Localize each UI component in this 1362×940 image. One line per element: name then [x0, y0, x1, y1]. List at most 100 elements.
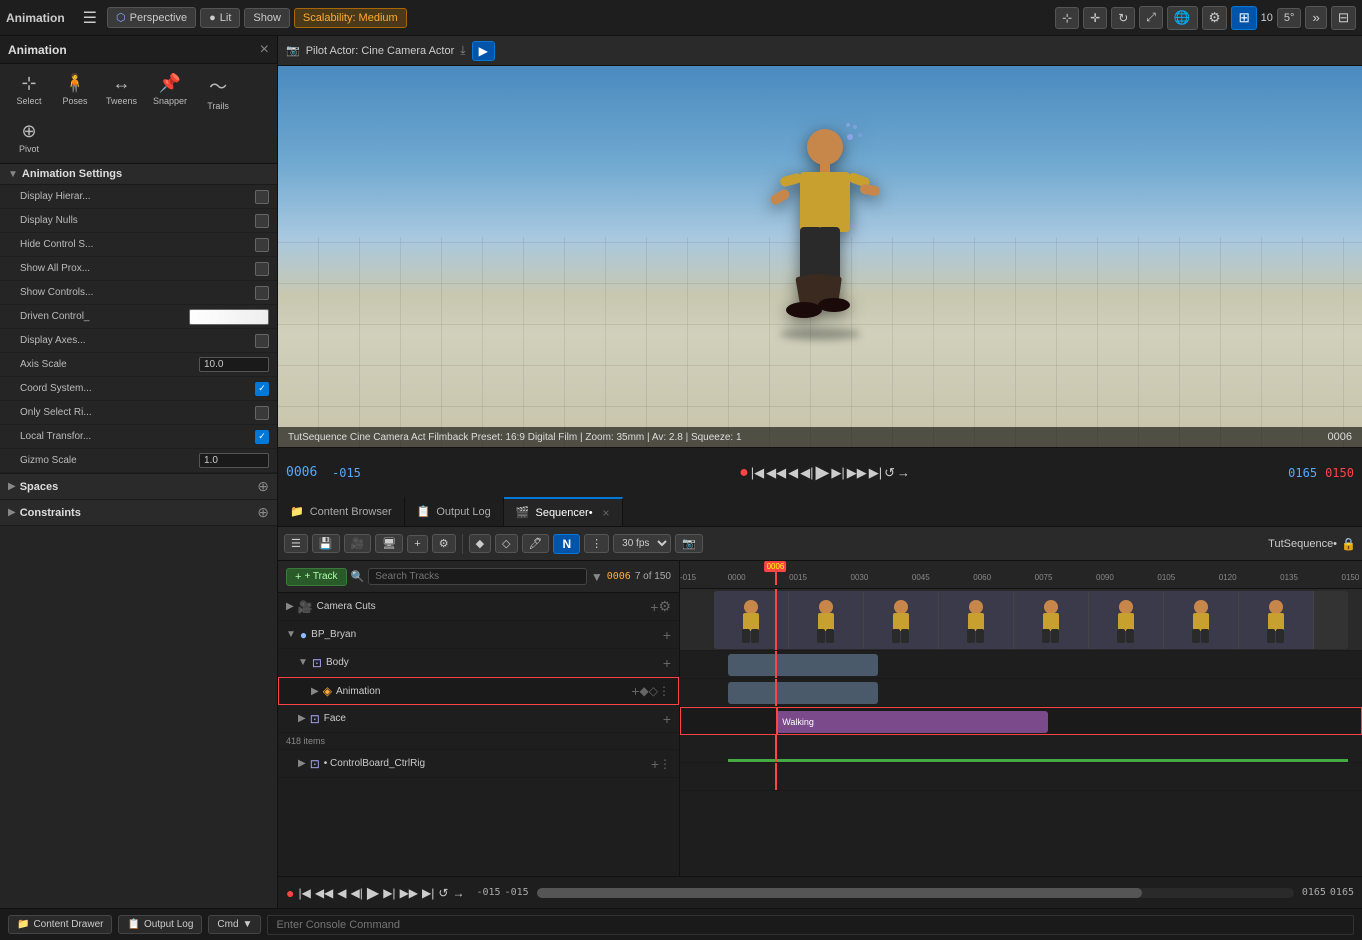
setting-check-display-hier[interactable]: [255, 190, 269, 204]
fps-select[interactable]: 30 fps 24 fps 60 fps: [613, 534, 671, 553]
setting-check-local-transfor[interactable]: ✓: [255, 430, 269, 444]
setting-check-display-axes[interactable]: [255, 334, 269, 348]
seq-add-btn[interactable]: +: [407, 535, 427, 553]
output-log-status-btn[interactable]: 📋 Output Log: [118, 915, 202, 934]
trails-tool[interactable]: 〜 Trails: [197, 70, 239, 114]
console-input[interactable]: [267, 915, 1354, 935]
search-tracks-input[interactable]: [368, 568, 587, 585]
constraints-header[interactable]: ▶ Constraints ⊕: [0, 500, 277, 526]
animation-more-btn[interactable]: ⋮: [658, 684, 670, 698]
move-tool-btn[interactable]: ✛: [1083, 7, 1107, 29]
setting-check-coord-system[interactable]: ✓: [255, 382, 269, 396]
tab-sequencer[interactable]: 🎬 Sequencer• ×: [504, 497, 623, 526]
seq-menu-btn[interactable]: ☰: [284, 534, 308, 553]
camera-cuts-add-btn[interactable]: +: [650, 599, 658, 615]
poses-tool[interactable]: 🧍 Poses: [54, 70, 96, 109]
content-drawer-btn[interactable]: 📁 Content Drawer: [8, 915, 112, 934]
next-key-btn[interactable]: ▶▶: [847, 465, 867, 481]
step-fwd-btn[interactable]: ◀|: [800, 465, 813, 481]
anim-settings-header[interactable]: ▼ Animation Settings: [0, 164, 277, 185]
scalability-badge[interactable]: Scalability: Medium: [294, 8, 407, 28]
maximize-viewport-btn[interactable]: ▶: [472, 41, 495, 61]
setting-color-driven-control[interactable]: [189, 309, 269, 325]
sequencer-close-btn[interactable]: ×: [603, 506, 610, 520]
seq-render-btn[interactable]: 🖥: [375, 534, 403, 553]
seq-paint-btn[interactable]: 🖊: [522, 534, 550, 553]
seq-key-btn[interactable]: ◆: [469, 534, 491, 553]
track-item-controlboard[interactable]: ▶ ⊡ • ControlBoard_CtrlRig + ⋮: [278, 750, 679, 778]
constraints-add-btn[interactable]: ⊕: [257, 504, 269, 521]
face-add-btn[interactable]: +: [663, 711, 671, 727]
walking-block[interactable]: Walking: [776, 711, 1048, 733]
bp-bryan-block1[interactable]: [728, 654, 878, 676]
seq-curve-btn[interactable]: ◇: [495, 534, 517, 553]
cmd-btn[interactable]: Cmd ▼: [208, 915, 261, 934]
menu-button[interactable]: ☰: [77, 6, 103, 30]
step-back-btn[interactable]: ◀: [788, 465, 798, 481]
scale-tool-btn[interactable]: ⤢: [1139, 6, 1163, 29]
settings-btn[interactable]: ⚙: [1202, 6, 1228, 30]
pivot-tool[interactable]: ⊕ Pivot: [8, 118, 50, 157]
select-tool[interactable]: ⊹ Select: [8, 70, 50, 109]
body-add-btn[interactable]: +: [663, 655, 671, 671]
controlboard-more-btn[interactable]: ⋮: [659, 757, 671, 771]
seq-camera-btn[interactable]: 🎥: [344, 534, 372, 553]
seq-scrollbar-thumb[interactable]: [537, 888, 1143, 898]
seq-save-btn[interactable]: 💾: [312, 534, 340, 553]
track-item-face[interactable]: ▶ ⊡ Face +: [278, 705, 679, 733]
filter-tracks-btn[interactable]: ▼: [591, 570, 603, 584]
seq-skip-start-btn[interactable]: |◀: [298, 886, 310, 900]
loop-btn[interactable]: ↺: [884, 465, 895, 481]
perspective-button[interactable]: ⬡ Perspective: [107, 7, 196, 28]
setting-input-axis-scale[interactable]: [199, 357, 269, 372]
close-panel-btn[interactable]: ×: [260, 41, 269, 59]
tab-content-browser[interactable]: 📁 Content Browser: [278, 497, 405, 526]
play-btn[interactable]: ▶: [816, 462, 830, 483]
setting-check-display-nulls[interactable]: [255, 214, 269, 228]
more-tl-btn[interactable]: →: [897, 465, 910, 480]
track-item-bp-bryan[interactable]: ▼ ● BP_Bryan +: [278, 621, 679, 649]
track-item-camera-cuts[interactable]: ▶ 🎥 Camera Cuts + ⚙: [278, 593, 679, 621]
controlboard-add-btn[interactable]: +: [651, 756, 659, 772]
layout-btn[interactable]: ⊟: [1331, 6, 1356, 30]
more-btn[interactable]: »: [1305, 6, 1326, 29]
spaces-header[interactable]: ▶ Spaces ⊕: [0, 473, 277, 500]
seq-scrollbar[interactable]: [537, 888, 1294, 898]
setting-check-only-select[interactable]: [255, 406, 269, 420]
seq-next-frame-btn[interactable]: ▶|: [383, 886, 395, 900]
add-track-btn[interactable]: + + Track: [286, 568, 347, 586]
animation-add-btn[interactable]: +: [631, 683, 639, 699]
seq-camera-capture-btn[interactable]: 📷: [675, 534, 703, 553]
setting-check-show-all-prox[interactable]: [255, 262, 269, 276]
seq-play-btn[interactable]: ▶: [367, 883, 379, 903]
seq-more-btn[interactable]: ⋮: [584, 534, 609, 553]
camera-cuts-more-btn[interactable]: ⚙: [658, 598, 671, 615]
seq-step-back-btn[interactable]: ◀: [337, 886, 346, 900]
body-block1[interactable]: [728, 682, 878, 704]
track-item-animation[interactable]: ▶ ◈ Animation + ◆◇ ⋮: [278, 677, 679, 705]
seq-blue-n-btn[interactable]: N: [553, 534, 580, 554]
setting-check-show-controls[interactable]: [255, 286, 269, 300]
lit-button[interactable]: ● Lit: [200, 8, 240, 28]
grid-view-btn[interactable]: ⊞: [1231, 6, 1256, 30]
show-button[interactable]: Show: [244, 8, 290, 28]
seq-lock-btn[interactable]: 🔒: [1341, 537, 1356, 551]
tab-output-log[interactable]: 📋 Output Log: [405, 497, 504, 526]
bp-bryan-add-btn[interactable]: +: [663, 627, 671, 643]
record-btn[interactable]: ●: [739, 464, 749, 482]
seq-next-key-btn[interactable]: ▶▶: [400, 886, 418, 900]
skip-start-btn[interactable]: |◀: [751, 465, 764, 481]
grid-btn[interactable]: 🌐: [1167, 6, 1198, 30]
spaces-add-btn[interactable]: ⊕: [257, 478, 269, 495]
skip-end-btn[interactable]: ▶|: [869, 465, 882, 481]
track-item-body[interactable]: ▼ ⊡ Body +: [278, 649, 679, 677]
seq-rec-btn[interactable]: ●: [286, 885, 294, 901]
seq-step-fwd-btn[interactable]: ◀|: [351, 886, 363, 900]
seq-prev-key-btn2[interactable]: ◀◀: [315, 886, 333, 900]
setting-check-hide-control[interactable]: [255, 238, 269, 252]
next-frame-btn[interactable]: ▶|: [831, 465, 844, 481]
snapper-tool[interactable]: 📌 Snapper: [147, 70, 193, 109]
animation-key-btn[interactable]: ◆◇: [640, 684, 658, 698]
prev-key-btn[interactable]: ◀◀: [766, 465, 786, 481]
seq-filter-btn[interactable]: ⚙: [432, 534, 456, 553]
